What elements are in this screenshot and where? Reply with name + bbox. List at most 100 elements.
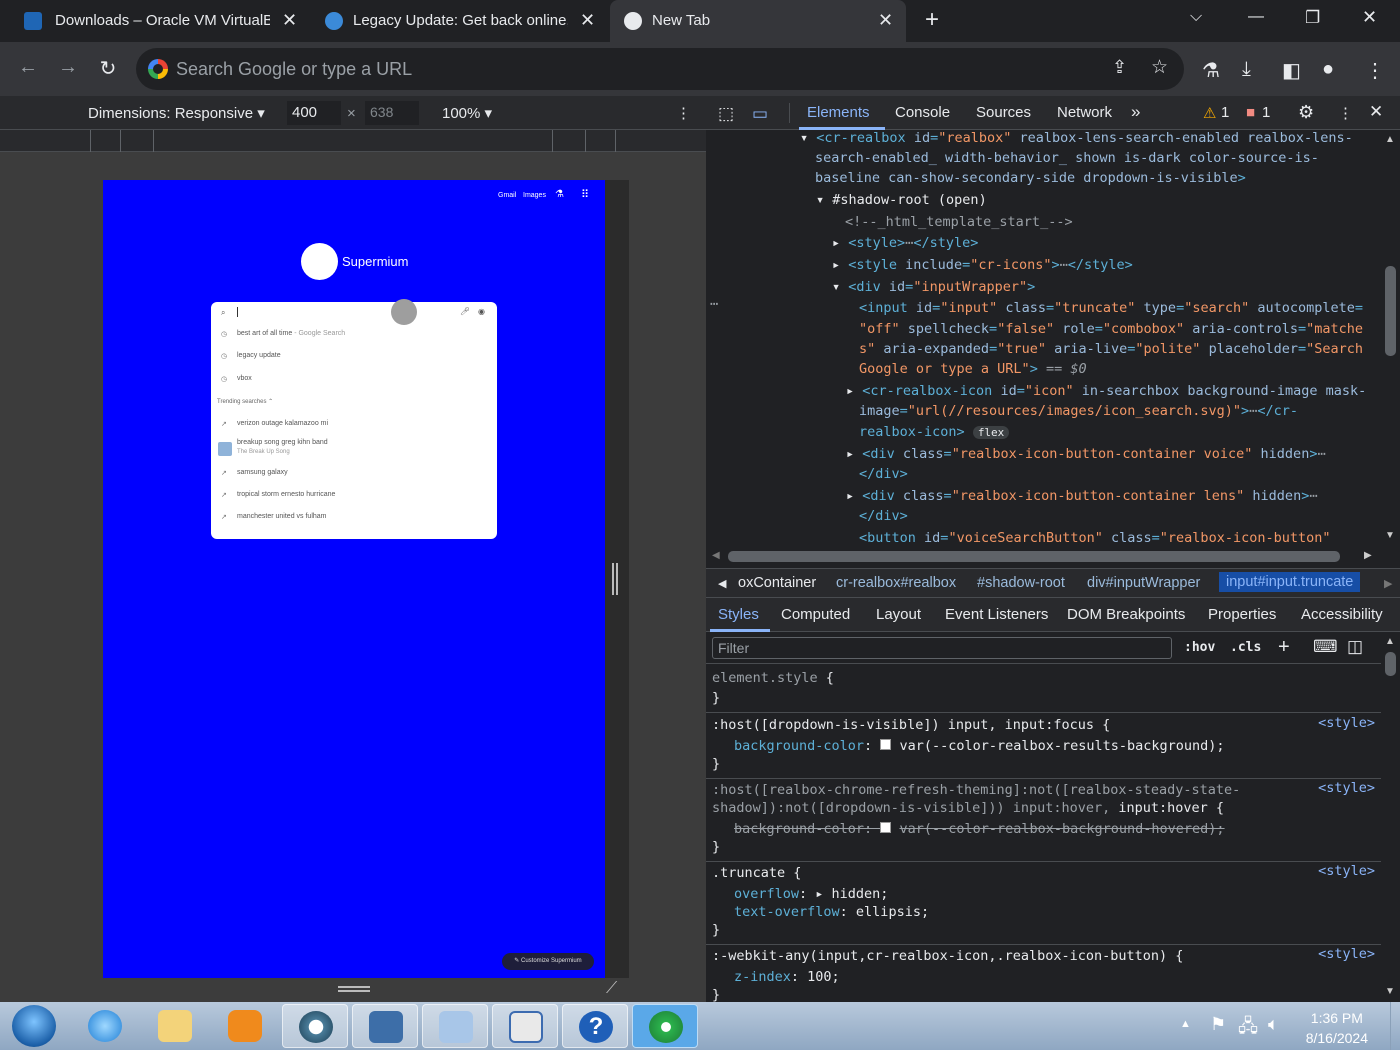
tab-sources[interactable]: Sources — [976, 104, 1031, 121]
style-declaration[interactable]: background-color: var(--color-realbox-re… — [734, 736, 1225, 756]
omnibox[interactable]: ⇪ ☆ — [136, 48, 1184, 90]
dimensions-dropdown[interactable]: Dimensions: Responsive ▾ — [88, 104, 265, 122]
style-declaration[interactable]: overflow: ▸ hidden; — [734, 884, 888, 904]
menu-kebab-icon[interactable]: ⋮ — [1365, 58, 1385, 83]
trending-item[interactable]: ↗ verizon outage kalamazoo mi — [211, 420, 497, 434]
filter-input[interactable] — [712, 637, 1172, 659]
action-center-flag-icon[interactable]: ⚑ — [1210, 1014, 1226, 1035]
trending-item[interactable]: breakup song greg kihn band The Break Up… — [211, 439, 497, 463]
new-tab-button[interactable]: + — [925, 6, 939, 34]
tab-search-icon[interactable]: ⌵ — [1190, 8, 1202, 26]
taskbar-remote[interactable] — [422, 1004, 488, 1048]
error-icon[interactable]: ■ — [1246, 104, 1255, 121]
elements-tree[interactable]: ▾ <cr-realbox id="realbox" realbox-lens-… — [706, 130, 1381, 548]
breadcrumb-item[interactable]: oxContainer — [738, 575, 816, 591]
taskbar-ie[interactable] — [72, 1004, 138, 1048]
breadcrumb-left-arrow[interactable]: ◀ — [718, 577, 726, 590]
dom-line-selected[interactable]: <input id="input" class="truncate" type=… — [859, 298, 1363, 318]
images-link[interactable]: Images — [523, 192, 546, 199]
warning-icon[interactable]: ⚠ — [1203, 104, 1216, 122]
volume-muted-icon[interactable]: 🔈︎ — [1268, 1014, 1279, 1035]
side-panel-icon[interactable]: ◧ — [1282, 58, 1301, 83]
taskbar-window[interactable] — [492, 1004, 558, 1048]
tab-computed[interactable]: Computed — [781, 606, 850, 623]
url-input[interactable] — [176, 57, 1076, 81]
scroll-up-arrow[interactable]: ▲ — [1385, 134, 1395, 145]
hscroll-thumb[interactable] — [728, 551, 1340, 562]
breadcrumb-item-selected[interactable]: input#input.truncate — [1219, 572, 1361, 592]
maximize-button[interactable]: ❐ — [1305, 8, 1320, 28]
width-input[interactable]: 400 — [287, 101, 341, 125]
dom-line[interactable]: ▾ <div id="inputWrapper"> — [832, 277, 1035, 297]
elements-hscrollbar[interactable]: ◀ ▶ — [706, 548, 1381, 565]
taskbar-supermium[interactable] — [282, 1004, 348, 1048]
dom-line[interactable]: ▸ <style>⋯</style> — [832, 233, 978, 253]
styles-pane[interactable]: element.style { } :host([dropdown-is-vis… — [706, 664, 1381, 1002]
taskbar-virtualbox[interactable] — [352, 1004, 418, 1048]
system-clock[interactable]: 1:36 PM 8/16/2024 — [1306, 1008, 1368, 1048]
dom-line[interactable]: <button id="voiceSearchButton" class="re… — [859, 528, 1330, 548]
lens-icon[interactable]: ◉ — [478, 307, 485, 316]
style-declaration[interactable]: text-overflow: ellipsis; — [734, 902, 929, 922]
suggestion-item[interactable]: ◷ legacy update — [211, 352, 497, 366]
back-icon[interactable]: ← — [15, 56, 41, 79]
close-icon[interactable]: ✕ — [580, 10, 595, 31]
forward-icon[interactable]: → — [55, 56, 81, 79]
style-declaration[interactable]: z-index: 100; — [734, 967, 840, 987]
dom-line[interactable]: ▸ <cr-realbox-icon id="icon" in-searchbo… — [846, 381, 1366, 401]
show-desktop-button[interactable] — [1390, 1002, 1400, 1050]
window-close-button[interactable]: ✕ — [1362, 7, 1377, 28]
breadcrumb-right-arrow[interactable]: ▶ — [1384, 577, 1392, 590]
tab-layout[interactable]: Layout — [876, 606, 921, 623]
labs-flask-icon[interactable]: ⚗ — [1202, 58, 1220, 83]
scroll-thumb[interactable] — [1385, 266, 1396, 356]
device-toggle-icon[interactable]: ▭ — [752, 104, 768, 124]
suggestion-item[interactable]: ◷ best art of all time - Google Search — [211, 330, 497, 344]
profile-icon[interactable]: ● — [1322, 58, 1334, 81]
scroll-down-arrow[interactable]: ▼ — [1385, 986, 1395, 997]
download-icon[interactable]: ⤓ — [1242, 58, 1251, 81]
resize-handle-right[interactable] — [612, 563, 618, 595]
devtools-menu-icon[interactable]: ⋮ — [1338, 104, 1353, 122]
elements-scrollbar[interactable]: ▲ ▼ — [1381, 130, 1400, 548]
dom-line[interactable]: ▾ #shadow-root (open) — [816, 190, 987, 210]
resize-corner-icon[interactable]: ⟋ — [606, 980, 617, 998]
tab-dom-breakpoints[interactable]: DOM Breakpoints — [1067, 606, 1185, 623]
gmail-link[interactable]: Gmail — [498, 192, 516, 199]
labs-icon[interactable]: ⚗ — [555, 189, 564, 200]
tab-legacy-update[interactable]: Legacy Update: Get back online, ✕ — [310, 0, 608, 42]
tab-styles[interactable]: Styles — [718, 606, 759, 623]
tab-accessibility[interactable]: Accessibility — [1301, 606, 1383, 623]
dom-line[interactable]: ▸ <div class="realbox-icon-button-contai… — [846, 444, 1326, 464]
show-hidden-icons[interactable]: ▲ — [1180, 1018, 1191, 1030]
style-source-link[interactable]: <style> — [1318, 946, 1375, 962]
close-icon[interactable]: ✕ — [878, 10, 893, 31]
zoom-dropdown[interactable]: 100% ▾ — [442, 104, 492, 122]
scroll-left-arrow[interactable]: ◀ — [712, 550, 720, 561]
scroll-up-arrow[interactable]: ▲ — [1385, 636, 1395, 647]
style-source-link[interactable]: <style> — [1318, 863, 1375, 879]
scroll-thumb[interactable] — [1385, 652, 1396, 676]
scroll-right-arrow[interactable]: ▶ — [1364, 550, 1372, 561]
tab-console[interactable]: Console — [895, 104, 950, 121]
height-input[interactable]: 638 — [365, 101, 419, 125]
breadcrumb-item[interactable]: cr-realbox#realbox — [836, 575, 956, 591]
new-rule-icon[interactable]: + — [1278, 636, 1290, 659]
styles-scrollbar[interactable]: ▲ ▼ — [1381, 632, 1400, 1002]
trending-item[interactable]: ↗ samsung galaxy — [211, 469, 497, 483]
inspect-element-icon[interactable]: ⬚ — [718, 104, 734, 124]
breadcrumb-item[interactable]: #shadow-root — [977, 575, 1065, 591]
taskbar-explorer[interactable] — [142, 1004, 208, 1048]
reload-icon[interactable]: ↻ — [95, 56, 121, 81]
trending-item[interactable]: ↗ tropical storm ernesto hurricane — [211, 491, 497, 505]
style-declaration[interactable]: background-color: var(--color-realbox-ba… — [734, 819, 1225, 839]
close-icon[interactable]: ✕ — [282, 10, 297, 31]
taskbar-windows-update[interactable] — [632, 1004, 698, 1048]
apps-grid-icon[interactable]: ⠿ — [581, 188, 589, 201]
tab-network[interactable]: Network — [1057, 104, 1112, 121]
hov-button[interactable]: :hov — [1184, 640, 1215, 655]
taskbar-help[interactable]: ? — [562, 1004, 628, 1048]
tab-elements[interactable]: Elements — [807, 104, 870, 121]
tab-properties[interactable]: Properties — [1208, 606, 1276, 623]
share-icon[interactable]: ⇪ — [1112, 57, 1127, 78]
